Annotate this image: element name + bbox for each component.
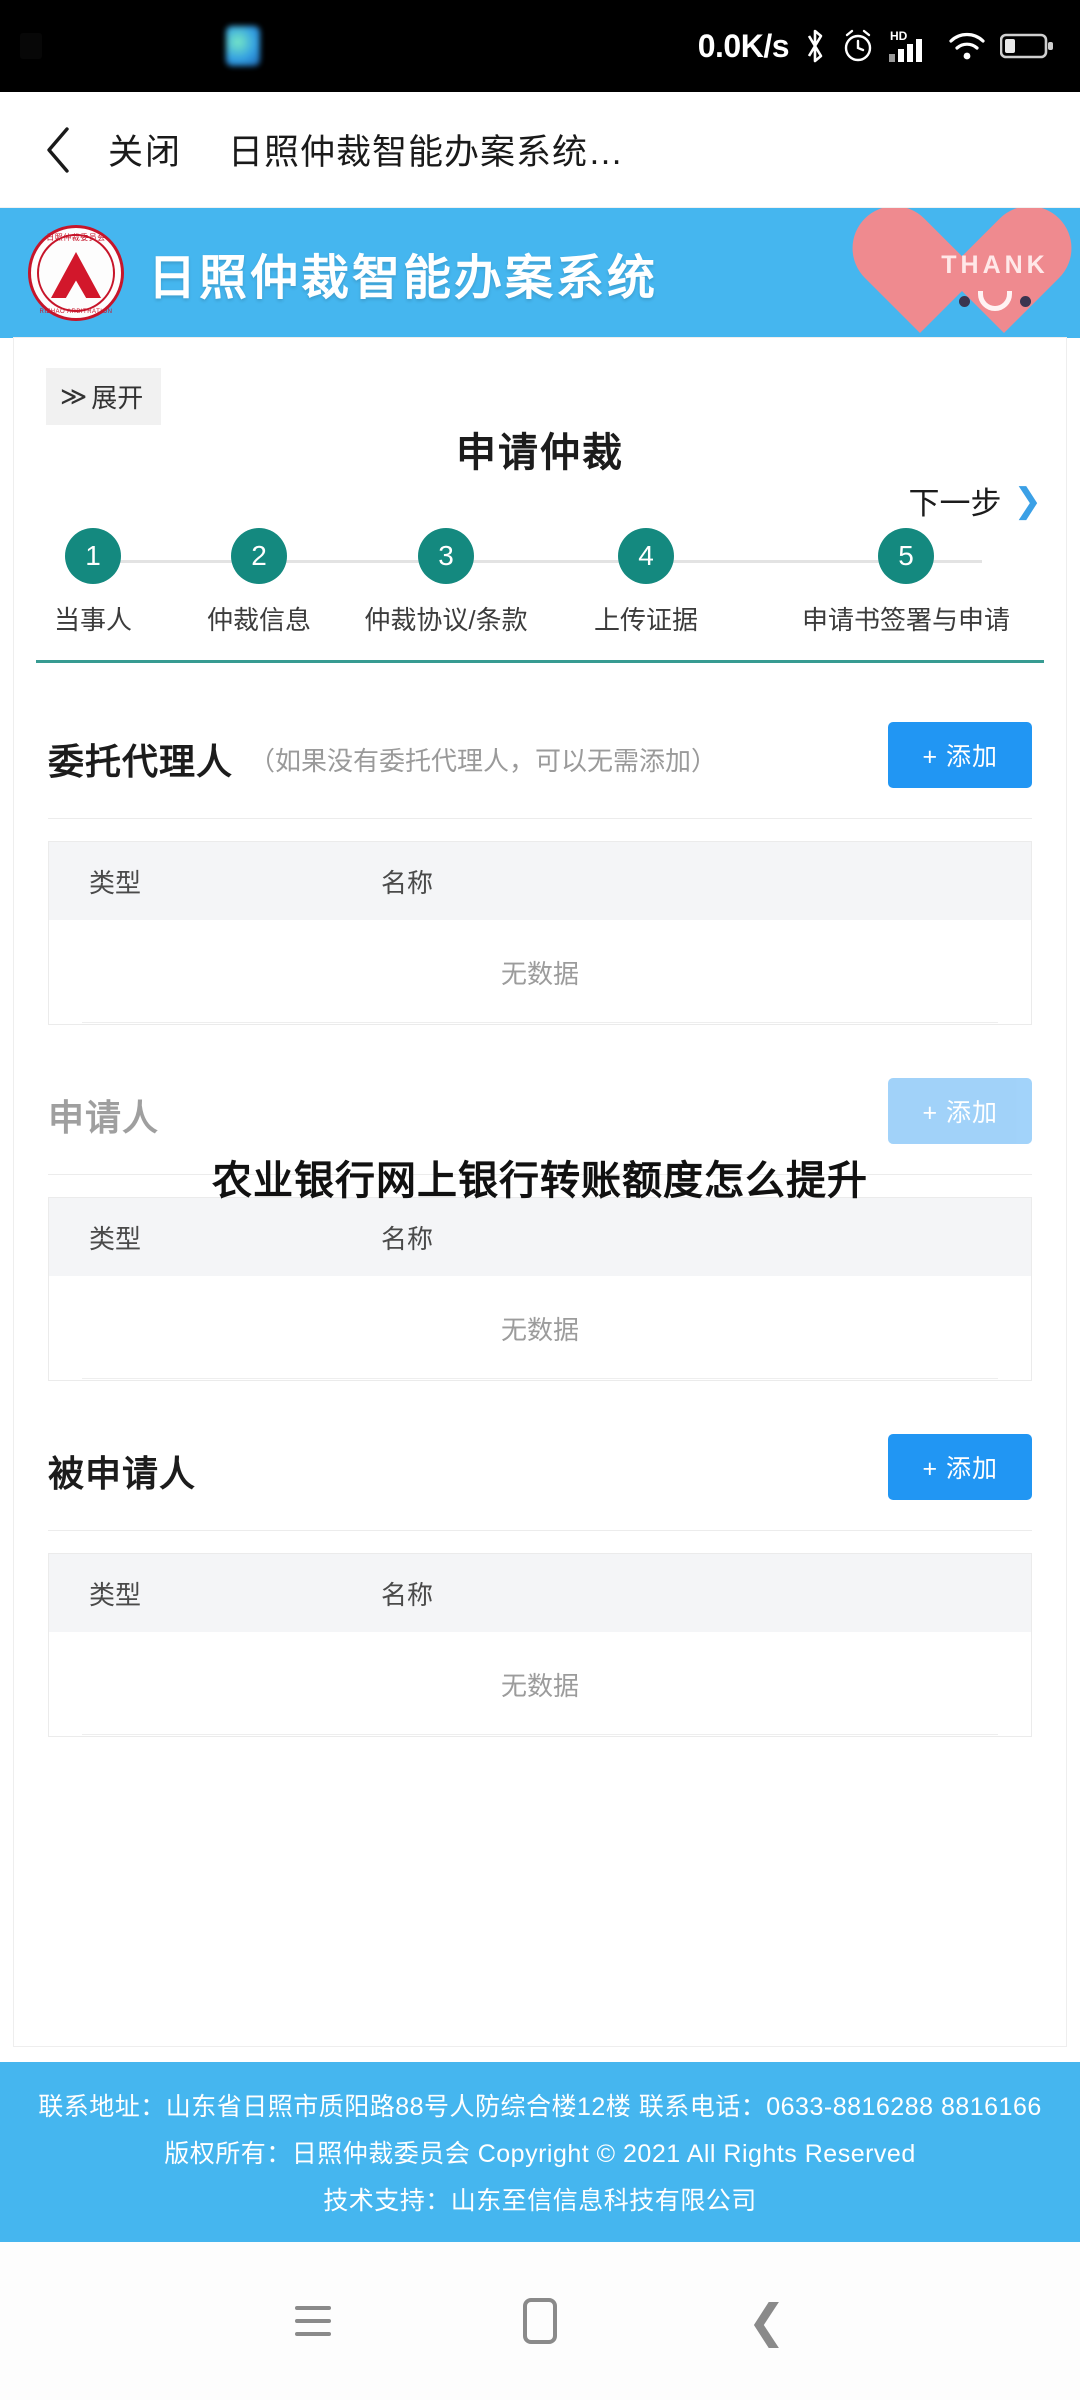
footer-contact-line: 联系地址：山东省日照市质阳路88号人防综合楼12楼 联系电话：0633-8816… <box>38 2093 1042 2121</box>
section-agent: 委托代理人 （如果没有委托代理人，可以无需添加） + 添加 类型 名称 无数据 <box>14 700 1066 1025</box>
section-separator-1 <box>82 1022 998 1023</box>
expand-button-label: 展开 <box>91 383 144 413</box>
banner-badge: 日照仲裁委员会 RIZHAO ARBITRATION THANK <box>835 208 1080 338</box>
column-header-name: 名称 <box>381 1223 434 1254</box>
section-title: 被申请人 <box>48 1453 197 1494</box>
alarm-icon <box>841 29 875 63</box>
form-stepper: 1 当事人 2 仲裁信息 3 仲裁协议/条款 4 上传证据 5 申请书签署与申请 <box>14 528 1066 658</box>
android-navigation-bar: ❮ <box>0 2242 1080 2400</box>
back-chevron-icon[interactable] <box>30 122 86 178</box>
step-label: 仲裁信息 <box>206 605 311 635</box>
app-notification-icon <box>226 26 260 66</box>
next-step-label: 下一步 <box>908 486 1002 521</box>
applicant-table: 类型 名称 无数据 <box>48 1197 1032 1381</box>
stepper-bottom-rule <box>36 660 1044 663</box>
notification-icon-placeholder <box>20 33 42 59</box>
arbitration-crest-logo: 日照仲裁委员会 RIZHAO ARBITRATION <box>28 225 124 321</box>
table-header-row: 类型 名称 <box>49 1554 1031 1632</box>
chevron-right-icon: ❯ <box>1013 481 1043 520</box>
table-empty-row: 无数据 <box>49 920 1031 1024</box>
webview-navigation-bar: 关闭 日照仲裁智能办案系统… <box>0 92 1080 208</box>
back-button[interactable]: ❮ <box>727 2281 807 2361</box>
column-header-name: 名称 <box>381 1579 434 1610</box>
home-icon <box>522 2298 557 2344</box>
bluetooth-icon <box>802 28 828 64</box>
step-number-badge: 4 <box>618 528 674 584</box>
footer-copyright-line: 版权所有：日照仲裁委员会 Copyright © 2021 All Rights… <box>164 2140 916 2168</box>
footer-support-line: 技术支持：山东至信信息科技有限公司 <box>323 2187 757 2215</box>
site-footer: 联系地址：山东省日照市质阳路88号人防综合楼12楼 联系电话：0633-8816… <box>0 2062 1080 2242</box>
section-header: 委托代理人 （如果没有委托代理人，可以无需添加） + 添加 <box>14 700 1066 818</box>
heart-thank-text: THANK <box>941 251 1049 279</box>
status-bar-right: 0.0K/s HD <box>698 28 1054 65</box>
add-respondent-button[interactable]: + 添加 <box>888 1434 1032 1500</box>
step-number-badge: 3 <box>418 528 474 584</box>
step-label: 当事人 <box>53 605 132 635</box>
page-heading: 申请仲裁 <box>456 431 624 475</box>
recent-apps-icon <box>295 2306 332 2336</box>
close-button[interactable]: 关闭 <box>108 124 182 175</box>
section-title: 委托代理人 <box>48 741 234 782</box>
heart-smiley-face <box>920 291 1070 311</box>
site-title: 日照仲裁智能办案系统 <box>148 252 659 305</box>
expand-button[interactable]: ≫ 展开 <box>46 368 162 425</box>
column-header-type: 类型 <box>89 1223 142 1254</box>
column-header-type: 类型 <box>89 867 142 898</box>
section-divider <box>48 818 1032 819</box>
table-header-row: 类型 名称 <box>49 1198 1031 1276</box>
network-speed-text: 0.0K/s <box>697 27 790 64</box>
section-separator-3 <box>82 1734 998 1735</box>
section-respondent: 被申请人 + 添加 类型 名称 无数据 <box>14 1412 1066 1737</box>
section-title: 申请人 <box>48 1097 160 1138</box>
section-applicant: 申请人 + 添加 类型 名称 无数据 <box>14 1056 1066 1381</box>
empty-state-text: 无数据 <box>500 958 579 989</box>
empty-state-text: 无数据 <box>500 1314 579 1345</box>
step-number-badge: 5 <box>878 528 934 584</box>
step-item-5[interactable]: 5 申请书签署与申请 <box>746 528 1066 637</box>
wifi-icon <box>947 29 987 63</box>
step-label: 仲裁协议/条款 <box>364 605 528 635</box>
step-number-badge: 2 <box>231 528 287 584</box>
battery-icon <box>1000 31 1054 61</box>
recent-apps-button[interactable] <box>273 2281 353 2361</box>
step-label: 上传证据 <box>593 605 698 635</box>
step-item-3[interactable]: 3 仲裁协议/条款 <box>346 528 546 637</box>
section-header: 被申请人 + 添加 <box>14 1412 1066 1530</box>
step-number-badge: 1 <box>65 528 121 584</box>
table-header-row: 类型 名称 <box>49 842 1031 920</box>
page-title-navbar: 日照仲裁智能办案系统… <box>228 133 625 172</box>
svg-text:HD: HD <box>890 29 908 43</box>
status-bar: 0.0K/s HD <box>0 0 1080 92</box>
step-item-2[interactable]: 2 仲裁信息 <box>172 528 346 637</box>
add-applicant-button[interactable]: + 添加 <box>888 1078 1032 1144</box>
status-bar-left <box>20 0 698 92</box>
column-header-name: 名称 <box>381 867 434 898</box>
section-divider <box>48 1530 1032 1531</box>
column-header-type: 类型 <box>89 1579 142 1610</box>
agent-table: 类型 名称 无数据 <box>48 841 1032 1025</box>
hd-signal-icon: HD <box>888 28 934 64</box>
back-icon: ❮ <box>747 2295 786 2347</box>
double-chevron-right-icon: ≫ <box>60 381 88 411</box>
add-agent-button[interactable]: + 添加 <box>888 722 1032 788</box>
phone-screen: 0.0K/s HD 关闭 日照仲裁智能办案系统… 日照仲裁委员会 RIZHAO … <box>0 0 1080 2400</box>
table-empty-row: 无数据 <box>49 1632 1031 1736</box>
site-header-banner: 日照仲裁委员会 RIZHAO ARBITRATION 日照仲裁智能办案系统 日照… <box>0 208 1080 338</box>
section-separator-2 <box>82 1378 998 1379</box>
step-item-1[interactable]: 1 当事人 <box>14 528 172 637</box>
step-label: 申请书签署与申请 <box>801 605 1010 635</box>
thank-you-heart-icon: THANK <box>835 208 1080 338</box>
empty-state-text: 无数据 <box>500 1670 579 1701</box>
section-note: （如果没有委托代理人，可以无需添加） <box>249 745 718 776</box>
home-button[interactable] <box>500 2281 580 2361</box>
table-empty-row: 无数据 <box>49 1276 1031 1380</box>
overlay-watermark-text: 农业银行网上银行转账额度怎么提升 <box>212 1159 868 1203</box>
step-item-4[interactable]: 4 上传证据 <box>546 528 746 637</box>
respondent-table: 类型 名称 无数据 <box>48 1553 1032 1737</box>
next-step-button[interactable]: 下一步 ❯ <box>909 478 1043 523</box>
